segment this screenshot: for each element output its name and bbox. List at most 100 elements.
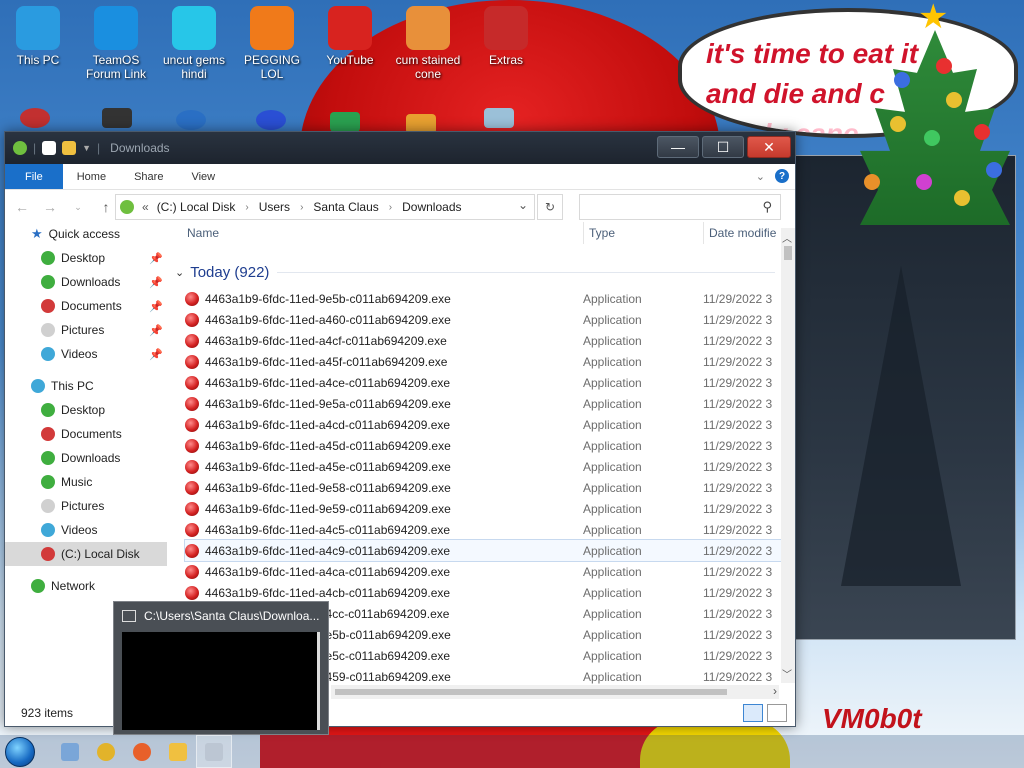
pin-icon[interactable]: 📌 <box>149 300 163 313</box>
chevron-right-icon[interactable]: › <box>300 202 303 213</box>
nav-item[interactable]: Desktop 📌 <box>5 246 167 270</box>
nav-item[interactable]: Pictures <box>5 494 167 518</box>
nav-item[interactable]: Downloads 📌 <box>5 270 167 294</box>
chevron-right-icon[interactable]: › <box>245 202 248 213</box>
desktop-icon[interactable]: This PC <box>0 0 76 67</box>
column-divider[interactable] <box>583 222 584 244</box>
address-bar[interactable]: « (C:) Local Disk › Users › Santa Claus … <box>115 194 535 220</box>
nav-item[interactable]: Documents 📌 <box>5 294 167 318</box>
back-arrow-icon[interactable]: ← <box>13 199 31 215</box>
desktop-icon[interactable]: Extras <box>468 0 544 67</box>
column-header-name[interactable]: Name <box>187 226 219 240</box>
address-dropdown-icon[interactable]: ⌄ <box>518 198 528 212</box>
taskbar-button[interactable] <box>52 735 88 768</box>
crumb-santa-claus[interactable]: Santa Claus <box>313 200 378 214</box>
vertical-scrollbar[interactable]: ︿ ﹀ <box>781 228 795 683</box>
scrollbar-thumb[interactable] <box>784 246 792 260</box>
file-row[interactable]: 4463a1b9-6fdc-11ed-a4ce-c011ab694209.exe… <box>185 372 781 393</box>
file-row[interactable]: 4463a1b9-6fdc-11ed-a4c5-c011ab694209.exe… <box>185 519 781 540</box>
new-folder-icon[interactable] <box>62 141 77 155</box>
close-button[interactable]: ✕ <box>747 136 791 158</box>
tab-share[interactable]: Share <box>120 164 177 189</box>
expand-ribbon-icon[interactable]: ⌄ <box>756 170 765 183</box>
file-row[interactable]: 4463a1b9-6fdc-11ed-a45d-c011ab694209.exe… <box>185 435 781 456</box>
file-row[interactable]: 4463a1b9-6fdc-11ed-9e59-c011ab694209.exe… <box>185 498 781 519</box>
crumb-downloads[interactable]: Downloads <box>402 200 461 214</box>
nav-item[interactable]: Documents <box>5 422 167 446</box>
nav-item[interactable]: Downloads <box>5 446 167 470</box>
scrollbar-thumb[interactable] <box>335 689 727 695</box>
desktop-icon-partial[interactable] <box>330 112 360 132</box>
desktop-icon[interactable]: YouTube <box>312 0 388 67</box>
chevron-right-icon[interactable]: › <box>389 202 392 213</box>
maximize-button[interactable]: ☐ <box>702 136 744 158</box>
tab-file[interactable]: File <box>5 164 63 189</box>
forward-arrow-icon[interactable]: → <box>41 199 59 215</box>
large-icons-view-button[interactable] <box>767 704 787 722</box>
nav-network[interactable]: Network <box>5 574 167 598</box>
file-row[interactable]: 4463a1b9-6fdc-11ed-a4cd-c011ab694209.exe… <box>185 414 781 435</box>
desktop-icon-partial[interactable] <box>484 108 514 128</box>
nav-quick-access[interactable]: ★ Quick access <box>5 222 167 246</box>
nav-item[interactable]: Desktop <box>5 398 167 422</box>
file-row[interactable]: 4463a1b9-6fdc-11ed-9e5a-c011ab694209.exe… <box>185 393 781 414</box>
file-row[interactable]: 4463a1b9-6fdc-11ed-a4c9-c011ab694209.exe… <box>184 539 782 562</box>
nav-item[interactable]: (C:) Local Disk <box>5 542 167 566</box>
column-header-date[interactable]: Date modifie <box>709 226 776 240</box>
taskbar-button[interactable] <box>160 735 196 768</box>
nav-item[interactable]: Videos 📌 <box>5 342 167 366</box>
pin-icon[interactable]: 📌 <box>149 276 163 289</box>
desktop-icon[interactable]: cum stained cone <box>390 0 466 81</box>
pin-icon[interactable]: 📌 <box>149 252 163 265</box>
nav-item[interactable]: Music <box>5 470 167 494</box>
properties-icon[interactable] <box>42 141 57 155</box>
nav-item[interactable]: Pictures 📌 <box>5 318 167 342</box>
refresh-button[interactable]: ↻ <box>537 194 563 220</box>
desktop-icon-partial[interactable] <box>20 108 50 128</box>
up-arrow-icon[interactable]: ↑ <box>97 199 115 215</box>
desktop-icon-partial[interactable] <box>256 110 286 130</box>
taskbar-button[interactable] <box>88 735 124 768</box>
file-row[interactable]: 4463a1b9-6fdc-11ed-a4ca-c011ab694209.exe… <box>185 561 781 582</box>
column-divider[interactable] <box>703 222 704 244</box>
horizontal-scrollbar[interactable]: › <box>331 684 779 699</box>
nav-item[interactable]: Videos <box>5 518 167 542</box>
file-row[interactable]: 4463a1b9-6fdc-11ed-a45f-c011ab694209.exe… <box>185 351 781 372</box>
file-row[interactable]: 4463a1b9-6fdc-11ed-9e58-c011ab694209.exe… <box>185 477 781 498</box>
thumbnail-image[interactable] <box>122 632 320 730</box>
details-view-button[interactable] <box>743 704 763 722</box>
nav-this-pc[interactable]: This PC <box>5 374 167 398</box>
desktop-icon[interactable]: PEGGING LOL <box>234 0 310 81</box>
file-row[interactable]: 4463a1b9-6fdc-11ed-a4cf-c011ab694209.exe… <box>185 330 781 351</box>
explorer-app-icon[interactable] <box>13 141 27 155</box>
desktop-icon-partial[interactable] <box>102 108 132 128</box>
start-button[interactable] <box>0 735 40 768</box>
file-row[interactable]: 4463a1b9-6fdc-11ed-a4cb-c011ab694209.exe… <box>185 582 781 603</box>
taskbar-button[interactable] <box>124 735 160 768</box>
column-header-type[interactable]: Type <box>589 226 615 240</box>
recent-locations-icon[interactable]: ⌄ <box>69 202 87 213</box>
desktop-icon-partial[interactable] <box>176 110 206 130</box>
scroll-right-icon[interactable]: › <box>773 684 777 698</box>
file-row[interactable]: 4463a1b9-6fdc-11ed-a45e-c011ab694209.exe… <box>185 456 781 477</box>
tab-view[interactable]: View <box>177 164 229 189</box>
search-input[interactable]: ⚲ <box>579 194 781 220</box>
title-bar[interactable]: | ▼ | Downloads — ☐ ✕ <box>5 132 795 164</box>
scroll-down-icon[interactable]: ﹀ <box>782 666 792 681</box>
minimize-button[interactable]: — <box>657 136 699 158</box>
crumb-local-disk[interactable]: (C:) Local Disk <box>157 200 236 214</box>
file-row[interactable]: 4463a1b9-6fdc-11ed-9e5b-c011ab694209.exe… <box>185 288 781 309</box>
taskbar-button[interactable] <box>196 735 232 768</box>
chevron-down-icon[interactable]: ▼ <box>82 143 91 153</box>
desktop-icon[interactable]: uncut gems hindi <box>156 0 232 81</box>
pin-icon[interactable]: 📌 <box>149 324 163 337</box>
pin-icon[interactable]: 📌 <box>149 348 163 361</box>
tab-home[interactable]: Home <box>63 164 120 189</box>
help-icon[interactable]: ? <box>775 169 789 183</box>
desktop-icon[interactable]: TeamOS Forum Link <box>78 0 154 81</box>
crumb-users[interactable]: Users <box>259 200 290 214</box>
taskbar-thumbnail-preview[interactable]: C:\Users\Santa Claus\Downloa... <box>113 601 329 735</box>
file-row[interactable]: 4463a1b9-6fdc-11ed-a460-c011ab694209.exe… <box>185 309 781 330</box>
scroll-up-icon[interactable]: ︿ <box>782 230 792 245</box>
group-header-today[interactable]: ⌄ Today (922) <box>175 262 775 282</box>
